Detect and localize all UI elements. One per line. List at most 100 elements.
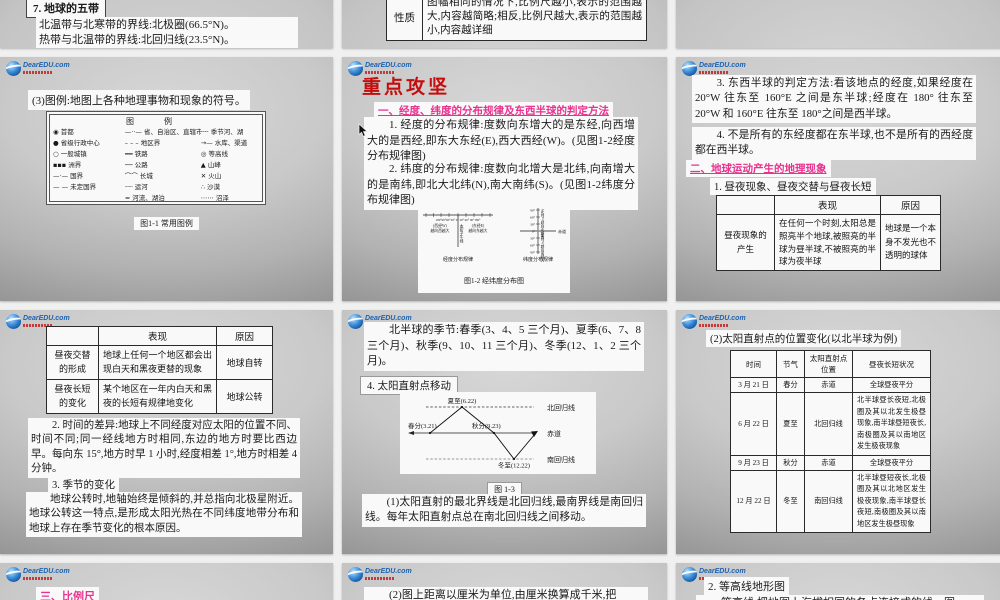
figure-caption: 图1-1 常用图例 xyxy=(134,217,199,230)
table: 性质 图幅相同的情况下,比例尺越小,表示的范围越大,内容越简略;相反,比例尺越大… xyxy=(386,0,647,41)
east-label: (东经E) xyxy=(472,223,485,228)
table-cell: 秋分 xyxy=(776,454,805,471)
paragraph: 等高线:把地图上海拔相同的各点连接成的线。图 xyxy=(696,595,984,600)
table-cell: 北半球昼短夜长,北极圈及其以北地区发生极夜现象,南半球昼长夜短,南极圈及其以南地… xyxy=(852,469,931,534)
table-cell: 冬至 xyxy=(776,469,805,534)
mouse-cursor xyxy=(358,123,368,137)
table-cell: 南回归线 xyxy=(804,469,853,534)
legend-item: →— 水库、渠道 xyxy=(200,139,248,147)
east-label2: 越向东越大 xyxy=(469,228,488,233)
slide-r2c1[interactable]: DearEDU.com 表现 原因 昼夜交替的形成 地球上任何一个地区都会出现白… xyxy=(0,310,333,554)
table-cell: 地球公转 xyxy=(216,378,273,414)
logo-subtext xyxy=(365,577,395,580)
spring-equinox-label: 春分(3.21) xyxy=(408,421,437,430)
legend-item: ⋯⋯ 沼泽 xyxy=(200,194,229,202)
equator-label: 赤道 xyxy=(547,429,561,438)
prime-meridian-label: 本初子午线 xyxy=(459,223,464,243)
logo-globe-icon xyxy=(6,567,21,582)
slide-title: 7. 地球的五带 xyxy=(26,0,106,18)
legend-column: ╌╌ 季节河、湖 →— 水库、渠道 ◎ 等高线 ▲ 山峰 ✕ 火山 ∴ 沙漠 ⋯… xyxy=(201,127,259,204)
text-block: 北温带与北寒带的界线:北极圈(66.5°N)。 热带与北温带的界线:北回归线(2… xyxy=(36,17,298,48)
figure-caption: 图1-2 经纬度分布图 xyxy=(463,277,525,285)
lat-tick: 90° xyxy=(530,251,536,255)
logo-text: DearEDU.com xyxy=(699,568,746,575)
logo-globe-icon xyxy=(6,61,21,76)
subheading: 2. 等高线地形图 xyxy=(704,577,789,595)
table: 表现 原因 昼夜交替的形成 地球上任何一个地区都会出现白天和黑夜更替的现象 地球… xyxy=(46,326,273,414)
site-logo: DearEDU.com xyxy=(682,314,746,329)
lat-tick: 60° xyxy=(530,216,536,220)
heading-row: 二、地球运动产生的地理现象 xyxy=(686,159,831,177)
logo-subtext xyxy=(23,577,53,580)
table-header-cell: 太阳直射点位置 xyxy=(804,350,853,378)
lat-tick: 30° xyxy=(530,223,536,227)
table-header-cell: 时间 xyxy=(730,350,777,378)
legend-item: ⌒⌒ 长城 xyxy=(124,172,153,180)
slide-r0c1[interactable]: 7. 地球的五带 北温带与北寒带的界线:北极圈(66.5°N)。 热带与北温带的… xyxy=(0,0,333,48)
slide-r2c2[interactable]: DearEDU.com 北半球的季节:春季(3、4、5 三个月)、夏季(6、7、… xyxy=(342,310,667,554)
heading-row: 三、比例尺 xyxy=(36,587,99,600)
slide-r0c2[interactable]: 性质 图幅相同的情况下,比例尺越小,表示的范围越大,内容越简略;相反,比例尺越大… xyxy=(342,0,667,48)
paragraph: 地球公转时,地轴始终是倾斜的,并总指向北极星附近。地球公转这一特点,是形成太阳光… xyxy=(26,492,302,538)
legend-item: ◉ 首都 xyxy=(53,128,74,136)
legend-item: ━━ 铁路 xyxy=(124,150,148,158)
legend-item: ○ 一般城镇 xyxy=(53,150,87,158)
table-cell: 赤道 xyxy=(804,454,853,471)
legend-title: 图 例 xyxy=(126,117,186,126)
legend-item: ▪▪▪ 洲界 xyxy=(53,161,82,169)
table-cell: 3 月 21 日 xyxy=(730,377,777,393)
intro-text: (3)图例:地图上各种地理事物和现象的符号。 xyxy=(28,90,250,110)
slide-r0c3[interactable] xyxy=(676,0,1000,48)
logo-text: DearEDU.com xyxy=(699,315,746,322)
autumn-equinox-label: 秋分(9.23) xyxy=(472,421,501,430)
table-cell: 在任何一个时刻,太阳总是照亮半个地球,被照亮的半球为昼半球,不被照亮的半球为夜半… xyxy=(774,214,881,271)
site-logo: DearEDU.com xyxy=(682,61,746,76)
slide-r1c1[interactable]: DearEDU.com (3)图例:地图上各种地理事物和现象的符号。 图 例 ◉… xyxy=(0,57,333,301)
topic-heading: 三、比例尺 xyxy=(36,587,99,600)
figure-1-2: 180°90°60°30° 0° 30° 60° 90°180° (西经W) 越… xyxy=(418,203,570,293)
site-logo: DearEDU.com xyxy=(6,567,70,582)
lat-caption: 纬度分布规律 xyxy=(523,256,553,263)
topic-heading: 二、地球运动产生的地理现象 xyxy=(686,160,831,177)
paragraph: 3. 东西半球的判定方法:看该地点的经度,如果经度在 20°W 往东至 160°… xyxy=(692,75,976,123)
lon-lat-diagram: 180°90°60°30° 0° 30° 60° 90°180° (西经W) 越… xyxy=(423,208,566,263)
slide-r1c3[interactable]: DearEDU.com 3. 东西半球的判定方法:看该地点的经度,如果经度在 2… xyxy=(676,57,1000,301)
paragraph: 4. 不是所有的东经度都在东半球,也不是所有的西经度都在西半球。 xyxy=(692,127,976,160)
paragraph: (1)太阳直射的最北界线是北回归线,最南界线是南回归线。每年太阳直射点总在南北回… xyxy=(362,494,646,527)
site-logo: DearEDU.com xyxy=(348,567,412,582)
tropic-of-capricorn-label: 南回归线 xyxy=(547,455,575,464)
table-cell: 9 月 23 日 xyxy=(730,454,777,471)
logo-globe-icon xyxy=(348,567,363,582)
legend-item: —··— 省、自治区、直辖市界 xyxy=(124,128,201,136)
lat-tick: 90° xyxy=(530,209,536,213)
slide-r2c3[interactable]: DearEDU.com (2)太阳直射点的位置变化(以北半球为例) 时间 节气 … xyxy=(676,310,1000,554)
lon-caption: 经度分布规律 xyxy=(443,256,473,263)
slide-r1c2[interactable]: DearEDU.com 重点攻坚 一、经度、纬度的分布规律及东西半球的判定方法 … xyxy=(342,57,667,301)
paragraph: (2)图上距离以厘米为单位,由厘米换算成千米,把 xyxy=(364,587,648,600)
west-label2: 越向西越大 xyxy=(431,228,450,233)
table-cell: 地球自转 xyxy=(216,345,273,380)
table-cell: 昼夜交替的形成 xyxy=(46,345,99,380)
logo-globe-icon xyxy=(348,61,363,76)
table-cell: 春分 xyxy=(776,377,805,393)
subheading: 3. 季节的变化 xyxy=(48,476,119,493)
table-cell: 全球昼夜平分 xyxy=(852,377,931,393)
legend-item: ▲ 山峰 xyxy=(200,161,221,169)
sun-declination-diagram: 夏至(6.22) 春分(3.21) 秋分(9.23) 冬至(12.22) 北回归… xyxy=(408,397,575,470)
winter-solstice-label: 冬至(12.22) xyxy=(498,461,530,470)
slide-r3c1[interactable]: DearEDU.com 三、比例尺 xyxy=(0,563,333,600)
table-cell: 昼夜长短的变化 xyxy=(46,378,99,414)
legend-item: ✕ 火山 xyxy=(200,172,222,180)
slide-title: (2)太阳直射点的位置变化(以北半球为例) xyxy=(706,330,902,347)
table-cell xyxy=(46,326,99,346)
text-line: 热带与北温带的界线:北回归线(23.5°N)。 xyxy=(39,34,235,46)
legend-item: ╌╌ 季节河、湖 xyxy=(200,128,244,136)
summer-solstice-label: 夏至(6.22) xyxy=(448,397,477,405)
logo-globe-icon xyxy=(348,314,363,329)
west-label: (西经W) xyxy=(433,223,447,228)
slide-r3c3[interactable]: DearEDU.com 2. 等高线地形图 等高线:把地图上海拔相同的各点连接成… xyxy=(676,563,1000,600)
logo-text: DearEDU.com xyxy=(23,315,70,322)
slide-r3c2[interactable]: DearEDU.com (2)图上距离以厘米为单位,由厘米换算成千米,把 xyxy=(342,563,667,600)
table-header-cell: 表现 xyxy=(98,326,217,346)
legend-column: —··— 省、自治区、直辖市界 – – – 地区界 ━━ 铁路 ── 公路 ⌒⌒… xyxy=(125,127,201,204)
